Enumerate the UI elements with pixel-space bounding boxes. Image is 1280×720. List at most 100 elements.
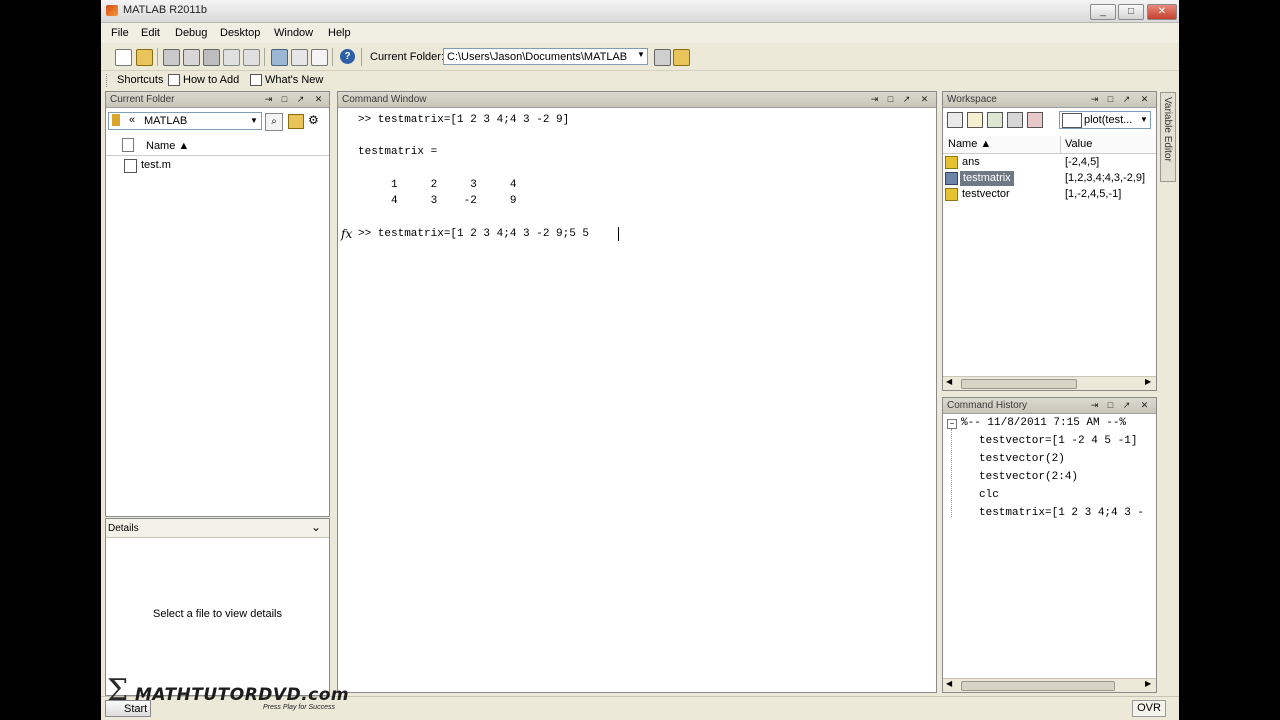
matlab-logo-icon <box>106 5 118 16</box>
scroll-right-icon[interactable]: ▶ <box>1145 377 1151 386</box>
table-row[interactable]: ans [-2,4,5] <box>945 155 1154 170</box>
horizontal-scrollbar[interactable]: ◀ ▶ <box>943 678 1156 692</box>
chevron-down-icon[interactable]: ▼ <box>637 50 645 59</box>
text-cursor <box>618 227 619 241</box>
collapse-icon[interactable]: − <box>947 419 957 429</box>
close-panel-icon[interactable]: ✕ <box>313 94 324 105</box>
menu-window[interactable]: Window <box>274 27 313 39</box>
help-icon[interactable]: ? <box>340 49 355 64</box>
shortcuts-label[interactable]: Shortcuts <box>117 74 163 86</box>
maximize-panel-icon[interactable]: □ <box>885 94 896 105</box>
history-entry[interactable]: clc <box>979 489 999 501</box>
history-session[interactable]: %-- 11/8/2011 7:15 AM --% <box>961 417 1126 429</box>
close-panel-icon[interactable]: ✕ <box>1139 94 1150 105</box>
function-browser-icon[interactable]: fx <box>341 227 352 241</box>
new-folder-icon[interactable] <box>288 114 304 129</box>
plot-selector[interactable]: plot(test... ▼ <box>1059 111 1151 129</box>
shortcut-whats-new[interactable]: What's New <box>265 74 323 86</box>
history-entry[interactable]: testvector(2) <box>979 453 1065 465</box>
popout-icon[interactable]: ↗ <box>1121 400 1132 411</box>
popout-icon[interactable]: ↗ <box>295 94 306 105</box>
details-message: Select a file to view details <box>152 608 282 620</box>
history-entry[interactable]: testmatrix=[1 2 3 4;4 3 - <box>979 507 1144 519</box>
name-column-header[interactable]: Name ▲ <box>146 140 189 152</box>
current-folder-label: Current Folder: <box>370 51 444 63</box>
browse-folder-icon[interactable] <box>654 49 671 66</box>
maximize-button[interactable]: □ <box>1118 4 1144 20</box>
variable-editor-tab[interactable]: Variable Editor <box>1160 92 1176 182</box>
table-row[interactable]: testmatrix [1,2,3,4;4,3,-2,9] <box>945 171 1154 186</box>
table-row[interactable]: testvector [1,-2,4,5,-1] <box>945 187 1154 202</box>
search-icon[interactable]: ⌕ <box>265 113 283 131</box>
scroll-left-icon[interactable]: ◀ <box>946 377 952 386</box>
save-workspace-icon[interactable] <box>1007 112 1023 128</box>
scrollbar-thumb[interactable] <box>961 379 1077 389</box>
open-folder-icon[interactable] <box>136 49 153 66</box>
undock-icon[interactable]: ⇥ <box>1089 94 1100 105</box>
shortcuts-bar: Shortcuts How to Add What's New <box>101 71 1179 90</box>
close-panel-icon[interactable]: ✕ <box>919 94 930 105</box>
profiler-icon[interactable] <box>311 49 328 66</box>
new-variable-icon[interactable] <box>947 112 963 128</box>
undock-icon[interactable]: ⇥ <box>263 94 274 105</box>
cut-icon[interactable] <box>163 49 180 66</box>
name-column-header[interactable]: Name ▲ <box>948 138 991 150</box>
copy-icon[interactable] <box>183 49 200 66</box>
minimize-button[interactable]: _ <box>1090 4 1116 20</box>
column-divider <box>1060 136 1061 153</box>
command-prompt[interactable]: >> testmatrix=[1 2 3 4;4 3 -2 9;5 5 <box>358 228 589 240</box>
undo-icon[interactable] <box>223 49 240 66</box>
up-folder-icon[interactable] <box>673 49 690 66</box>
horizontal-scrollbar[interactable]: ◀ ▶ <box>943 376 1156 390</box>
variable-name: ans <box>962 156 980 168</box>
chevron-down-icon[interactable]: ▼ <box>1140 115 1148 124</box>
maximize-panel-icon[interactable]: □ <box>1105 94 1116 105</box>
scroll-right-icon[interactable]: ▶ <box>1145 679 1151 688</box>
panel-header: Command Window <box>338 92 936 108</box>
plot-icon <box>1062 113 1082 128</box>
list-item[interactable]: test.m <box>124 158 324 173</box>
undock-icon[interactable]: ⇥ <box>1089 400 1100 411</box>
menu-bar: File Edit Debug Desktop Window Help <box>101 23 1179 43</box>
file-name: test.m <box>141 159 171 171</box>
variable-icon <box>945 172 958 185</box>
delete-variable-icon[interactable] <box>1027 112 1043 128</box>
menu-edit[interactable]: Edit <box>141 27 160 39</box>
new-file-icon[interactable] <box>115 49 132 66</box>
folder-icon <box>112 114 120 126</box>
maximize-panel-icon[interactable]: □ <box>1105 400 1116 411</box>
shortcut-how-to-add[interactable]: How to Add <box>183 74 239 86</box>
variable-value: [1,2,3,4;4,3,-2,9] <box>1065 172 1146 184</box>
details-header[interactable]: Details ⌄ <box>106 519 329 538</box>
history-entry[interactable]: testvector(2:4) <box>979 471 1078 483</box>
undock-icon[interactable]: ⇥ <box>869 94 880 105</box>
guide-icon[interactable] <box>291 49 308 66</box>
paste-icon[interactable] <box>203 49 220 66</box>
menu-desktop[interactable]: Desktop <box>220 27 260 39</box>
scroll-left-icon[interactable]: ◀ <box>946 679 952 688</box>
output-line: 4 3 -2 9 <box>358 195 517 207</box>
maximize-panel-icon[interactable]: □ <box>279 94 290 105</box>
redo-icon[interactable] <box>243 49 260 66</box>
folder-path-combo[interactable]: « MATLAB ▼ <box>108 112 262 130</box>
toolbar-separator <box>332 48 333 66</box>
gear-icon[interactable]: ⚙ <box>308 113 319 127</box>
close-button[interactable]: ✕ <box>1147 4 1177 20</box>
output-line: >> testmatrix=[1 2 3 4;4 3 -2 9] <box>358 114 570 126</box>
close-panel-icon[interactable]: ✕ <box>1139 400 1150 411</box>
open-variable-icon[interactable] <box>967 112 983 128</box>
simulink-icon[interactable] <box>271 49 288 66</box>
value-column-header[interactable]: Value <box>1065 138 1092 150</box>
command-output[interactable]: >> testmatrix=[1 2 3 4;4 3 -2 9] testmat… <box>358 114 933 684</box>
import-data-icon[interactable] <box>987 112 1003 128</box>
chevron-down-icon[interactable]: ⌄ <box>311 520 321 534</box>
menu-debug[interactable]: Debug <box>175 27 207 39</box>
menu-file[interactable]: File <box>111 27 129 39</box>
menu-help[interactable]: Help <box>328 27 351 39</box>
history-entry[interactable]: testvector=[1 -2 4 5 -1] <box>979 435 1137 447</box>
current-folder-input[interactable]: C:\Users\Jason\Documents\MATLAB <box>443 48 648 65</box>
popout-icon[interactable]: ↗ <box>1121 94 1132 105</box>
chevron-down-icon[interactable]: ▼ <box>250 116 258 125</box>
scrollbar-thumb[interactable] <box>961 681 1115 691</box>
popout-icon[interactable]: ↗ <box>901 94 912 105</box>
